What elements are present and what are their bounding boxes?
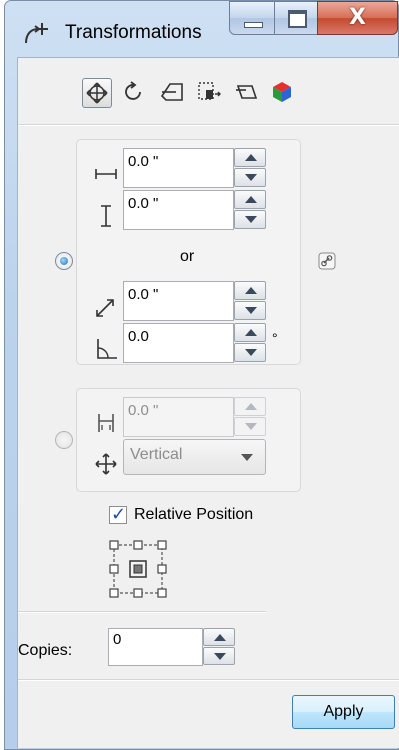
apply-divider [18,679,399,681]
degree-symbol: ° [272,330,278,346]
maximize-button[interactable] [274,1,318,35]
copies-spinner[interactable] [203,628,235,666]
copies-label: Copies: [18,642,73,659]
direction-dropdown-value: Vertical [130,446,183,463]
spin-up-button[interactable] [234,281,266,300]
window-frame: Transformations X 0.0 " 0.0 " or 0.0 " 0… [4,0,399,750]
spin-up-button[interactable] [203,628,235,646]
size-icon [198,82,221,100]
horizontal-position-spinner[interactable] [234,148,266,188]
rotate-icon [125,81,141,100]
spin-down-button[interactable] [234,301,266,320]
spin-down-button[interactable] [234,343,266,362]
spin-down-button[interactable] [234,168,266,187]
minimize-icon [244,22,263,28]
close-button[interactable]: X [317,1,398,35]
position-mode-radio[interactable] [55,252,73,270]
position-group: 0.0 " 0.0 " or 0.0 " 0.0 ° [76,139,301,365]
close-icon: X [349,5,366,30]
copies-field[interactable]: 0 [108,628,203,666]
maximize-icon [288,10,307,28]
angle-icon [97,339,117,359]
copies-divider [18,611,266,613]
spin-down-button[interactable] [234,417,266,436]
move-direction-icon [95,453,117,475]
minimize-button[interactable] [229,1,275,35]
spin-down-button[interactable] [203,647,235,665]
angle-spinner[interactable] [234,323,266,363]
spin-up-button[interactable] [234,323,266,342]
spin-up-button[interactable] [234,397,266,416]
chevron-down-icon [241,454,253,461]
toolbar-divider [18,124,399,126]
direction-group: 0.0 " Vertical [76,388,301,492]
vertical-position-spinner[interactable] [234,190,266,230]
link-lock-icon[interactable] [318,252,336,270]
3d-tool-button[interactable] [268,78,298,108]
scale-mirror-tool-button[interactable] [158,78,188,108]
window-title: Transformations [65,22,202,43]
relative-position-label: Relative Position [134,506,254,523]
spacing-field[interactable]: 0.0 " [123,397,234,437]
distance-icon [96,299,114,317]
title-bar[interactable]: Transformations X [5,1,398,57]
horizontal-width-icon [95,169,117,179]
transformations-app-icon [25,23,48,44]
spin-up-button[interactable] [234,190,266,209]
skew-icon [236,85,258,99]
spin-down-button[interactable] [234,210,266,229]
direction-dropdown[interactable]: Vertical [123,439,266,475]
3d-cube-icon [273,82,291,102]
spacing-icon [98,414,114,432]
direction-mode-radio[interactable] [55,431,73,449]
rotate-tool-button[interactable] [120,78,150,108]
distance-field[interactable]: 0.0 " [123,281,234,321]
or-label: or [180,248,195,265]
anchor-point-grid-icon[interactable] [108,539,168,599]
skew-tool-button[interactable] [232,78,262,108]
angle-field[interactable]: 0.0 [123,323,234,363]
position-tool-button[interactable] [82,78,112,108]
distance-spinner[interactable] [234,281,266,321]
docker-panel: 0.0 " 0.0 " or 0.0 " 0.0 ° 0.0 " Vertica… [17,57,399,748]
spin-up-button[interactable] [234,148,266,167]
spacing-spinner[interactable] [234,397,266,437]
horizontal-position-field[interactable]: 0.0 " [123,148,234,188]
scale-mirror-icon [160,83,183,101]
size-tool-button[interactable] [194,78,224,108]
apply-button[interactable]: Apply [292,695,395,729]
vertical-height-icon [101,205,111,227]
relative-position-checkbox[interactable] [109,504,127,525]
vertical-position-field[interactable]: 0.0 " [123,190,234,230]
position-icon [86,82,108,104]
